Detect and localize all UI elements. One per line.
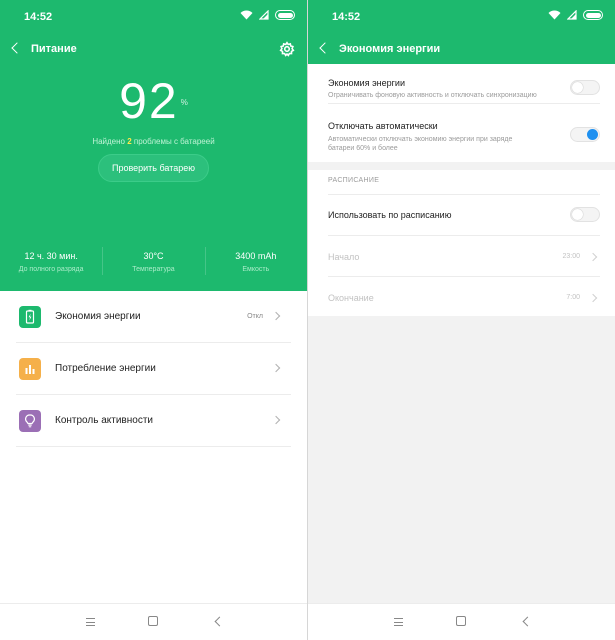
nav-back-button[interactable] [214, 616, 225, 627]
end-time-value: 7:00 [566, 294, 580, 301]
battery-status-icon [275, 10, 295, 20]
battery-stats: 12 ч. 30 мин. До полного разряда 30°C Те… [0, 247, 307, 275]
auto-off-desc-line2: батареи 60% и более [328, 145, 398, 152]
status-time: 14:52 [24, 11, 53, 23]
start-time-label: Начало [328, 252, 360, 262]
home-button[interactable] [148, 616, 158, 626]
chevron-right-icon [588, 252, 598, 262]
menu-item-label: Потребление энергии [55, 363, 156, 374]
battery-menu: Экономия энергии Откл Потребление энерги… [0, 291, 307, 447]
back-button[interactable] [316, 40, 332, 58]
battery-level: 92% [0, 72, 307, 130]
page-title: Экономия энергии [339, 43, 441, 55]
found-prefix: Найдено [92, 137, 128, 146]
power-saving-screen: 14:52 Экономия энергии Экономия энергии … [308, 0, 615, 640]
signal-icon [567, 10, 577, 20]
power-saving-toggle[interactable] [570, 80, 600, 95]
battery-screen: 14:52 Питание 92% Найдено 2 проблемы с б… [0, 0, 307, 640]
nav-back-button[interactable] [522, 616, 533, 627]
menu-item-label: Контроль активности [55, 415, 153, 426]
back-button[interactable] [8, 40, 24, 58]
battery-saver-icon [19, 306, 41, 328]
menu-item-power-usage[interactable]: Потребление энергии [16, 343, 291, 395]
status-bar: 14:52 [308, 0, 615, 34]
wifi-icon [548, 10, 561, 20]
stat-value: 3400 mAh [235, 251, 277, 261]
gear-icon[interactable] [279, 41, 295, 57]
stat-value: 12 ч. 30 мин. [24, 251, 78, 261]
auto-off-label: Отключать автоматически [328, 121, 438, 131]
menu-item-value: Откл [247, 313, 263, 320]
stat-label: Температура [132, 266, 175, 273]
status-icons [548, 10, 603, 20]
auto-off-desc-line1: Автоматически отключать экономию энергии… [328, 136, 513, 143]
setting-power-saving[interactable]: Экономия энергии Ограничивать фоновую ак… [328, 64, 600, 104]
lightbulb-icon [19, 410, 41, 432]
status-icons [240, 10, 295, 20]
app-bar: Питание [0, 34, 307, 64]
chevron-right-icon [271, 311, 281, 321]
start-time-row[interactable]: Начало 23:00 [308, 236, 615, 276]
auto-off-toggle[interactable] [570, 127, 600, 142]
battery-status-icon [583, 10, 603, 20]
found-suffix: проблемы с батареей [131, 137, 215, 146]
empty-area [308, 316, 615, 603]
section-divider [308, 162, 615, 170]
setting-description: Ограничивать фоновую активность и отключ… [328, 92, 537, 99]
stat-capacity: 3400 mAh Емкость [204, 247, 307, 275]
navigation-bar [0, 603, 307, 640]
bar-chart-icon [19, 358, 41, 380]
use-schedule-toggle[interactable] [570, 207, 600, 222]
end-time-row[interactable]: Окончание 7:00 [308, 277, 615, 316]
auto-off-row[interactable]: Отключать автоматически Автоматически от… [308, 104, 615, 162]
start-time-value: 23:00 [562, 253, 580, 260]
stat-value: 30°C [143, 251, 164, 261]
use-schedule-row[interactable]: Использовать по расписанию [308, 195, 615, 235]
percent-sign: % [180, 98, 188, 107]
recent-apps-button[interactable] [86, 618, 95, 626]
schedule-header: РАСПИСАНИЕ [328, 177, 380, 184]
chevron-right-icon [271, 363, 281, 373]
stat-label: Емкость [242, 266, 270, 273]
menu-item-activity-control[interactable]: Контроль активности [16, 395, 291, 447]
app-bar: Экономия энергии [308, 34, 615, 64]
page-title: Питание [31, 43, 77, 55]
home-button[interactable] [456, 616, 466, 626]
schedule-section: РАСПИСАНИЕ Использовать по расписанию На… [308, 170, 615, 316]
chevron-right-icon [271, 415, 281, 425]
recent-apps-button[interactable] [394, 618, 403, 626]
signal-icon [259, 10, 269, 20]
end-time-label: Окончание [328, 293, 374, 303]
use-schedule-label: Использовать по расписанию [328, 210, 452, 220]
wifi-icon [240, 10, 253, 20]
status-time: 14:52 [332, 11, 361, 23]
stat-temperature: 30°C Температура [102, 247, 204, 275]
battery-percent-value: 92 [119, 73, 179, 129]
chevron-right-icon [588, 293, 598, 303]
issues-found-text: Найдено 2 проблемы с батареей [0, 137, 307, 146]
check-battery-button[interactable]: Проверить батарею [98, 154, 209, 182]
status-bar: 14:52 [0, 0, 307, 34]
menu-item-label: Экономия энергии [55, 311, 141, 322]
stat-label: До полного разряда [18, 266, 84, 273]
navigation-bar [308, 603, 615, 640]
setting-label: Экономия энергии [328, 78, 405, 88]
auto-off-description: Автоматически отключать экономию энергии… [328, 135, 512, 153]
stat-time-left: 12 ч. 30 мин. До полного разряда [0, 247, 102, 273]
menu-item-power-saving[interactable]: Экономия энергии Откл [16, 291, 291, 343]
